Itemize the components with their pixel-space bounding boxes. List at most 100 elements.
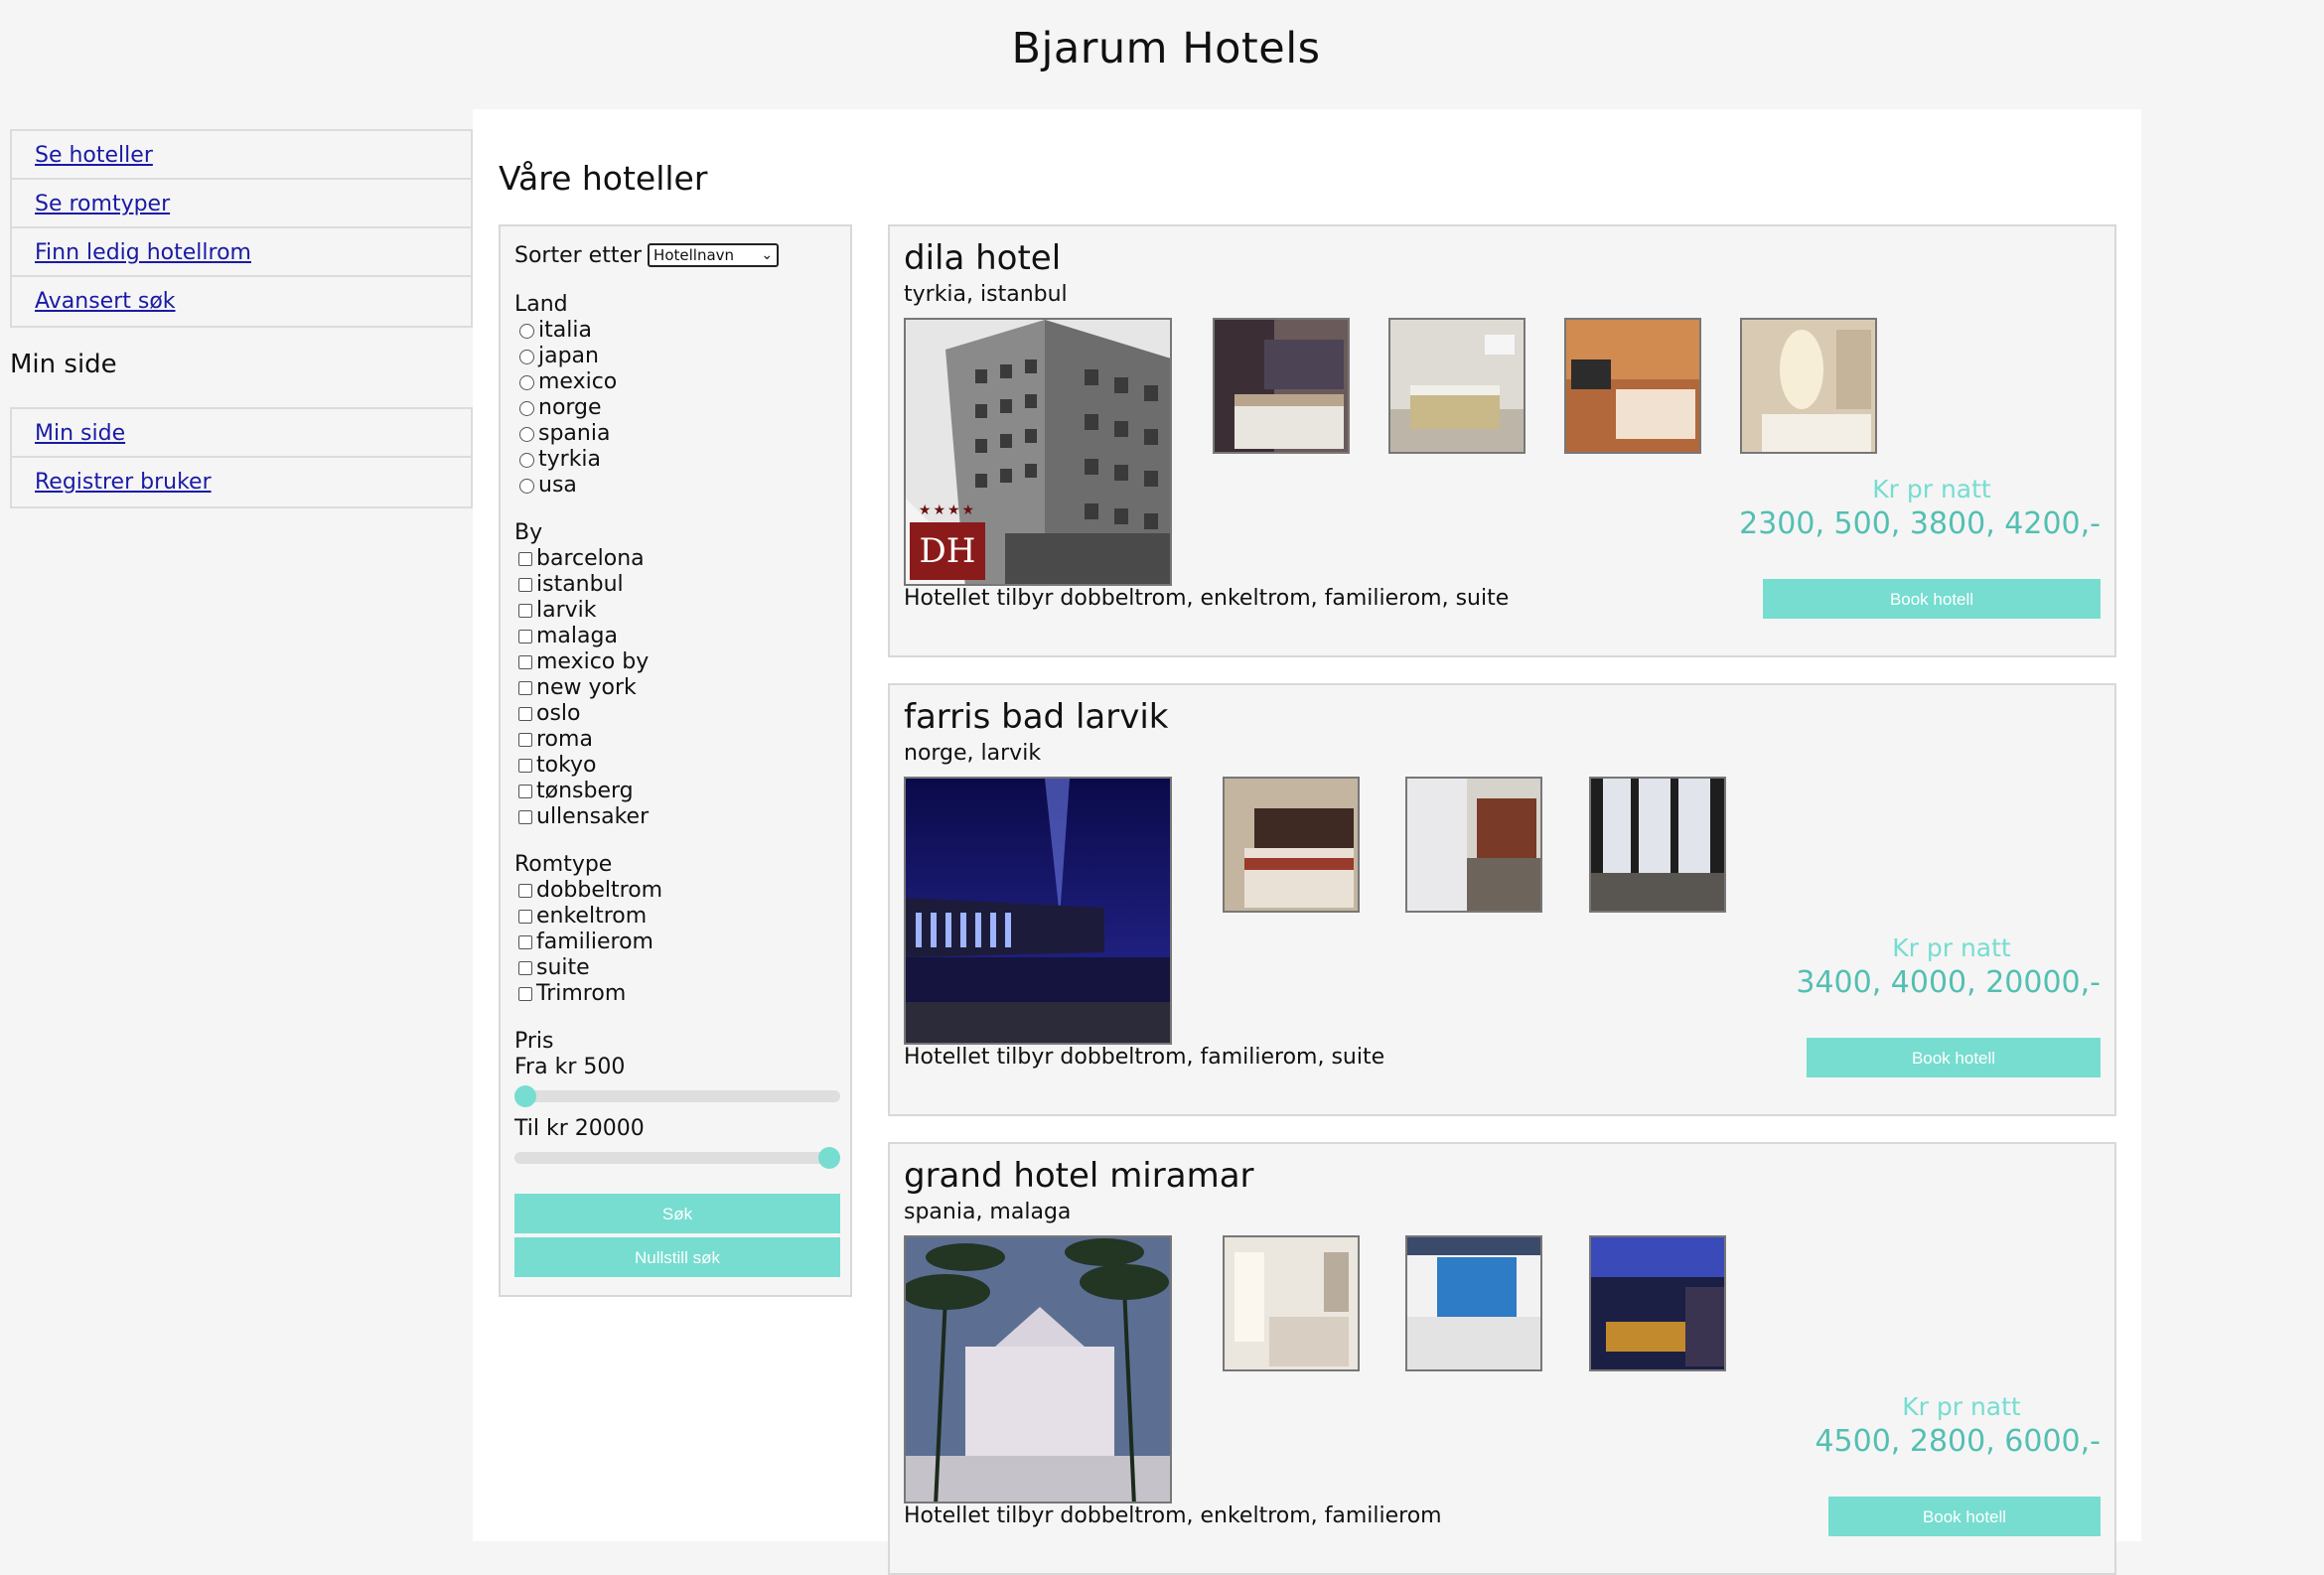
nav-link-se-hoteller[interactable]: Se hoteller — [12, 131, 471, 180]
reset-search-button[interactable]: Nullstill søk — [514, 1237, 840, 1277]
land-option[interactable]: mexico — [514, 369, 836, 395]
hotel-main-image[interactable] — [904, 1235, 1172, 1503]
room-image — [1225, 1237, 1358, 1369]
sort-select[interactable]: Hotellnavn ⌄ — [648, 243, 780, 267]
hotel-thumbnail[interactable] — [1589, 777, 1726, 913]
hotel-thumbnail[interactable] — [1740, 318, 1877, 454]
radio-button[interactable] — [519, 452, 534, 468]
hotel-thumbnail[interactable] — [1223, 1235, 1360, 1371]
price-values: 4500, 2800, 6000,- — [1815, 1424, 2101, 1459]
by-option[interactable]: larvik — [514, 598, 836, 624]
by-option[interactable]: roma — [514, 727, 836, 753]
hotel-main-image[interactable]: ★★★★ DH — [904, 318, 1172, 586]
room-image — [1742, 320, 1875, 452]
checkbox[interactable] — [518, 910, 532, 924]
nav-link-finn-ledig-hotellrom[interactable]: Finn ledig hotellrom — [12, 228, 471, 277]
price-values: 2300, 500, 3800, 4200,- — [1739, 506, 2101, 541]
book-hotel-button[interactable]: Book hotell — [1763, 579, 2101, 619]
radio-button[interactable] — [519, 400, 534, 416]
hotel-thumbnail[interactable] — [1589, 1235, 1726, 1371]
by-option-label: new york — [536, 675, 637, 700]
hotel-thumbnail[interactable] — [1388, 318, 1525, 454]
by-option[interactable]: istanbul — [514, 572, 836, 598]
price-filter-group: Pris Fra kr 500 Til kr 20000 — [514, 1029, 840, 1169]
room-image — [1591, 1237, 1724, 1369]
by-option[interactable]: mexico by — [514, 649, 836, 675]
checkbox[interactable] — [518, 884, 532, 898]
search-button[interactable]: Søk — [514, 1194, 840, 1233]
checkbox[interactable] — [518, 655, 532, 669]
checkbox[interactable] — [518, 810, 532, 824]
radio-button[interactable] — [519, 374, 534, 390]
romtype-option[interactable]: familierom — [514, 930, 836, 955]
hotel-thumbnail[interactable] — [1405, 1235, 1542, 1371]
nav-link-registrer-bruker[interactable]: Registrer bruker — [12, 458, 471, 506]
by-option[interactable]: ullensaker — [514, 804, 836, 830]
radio-button[interactable] — [519, 349, 534, 364]
land-option-label: italia — [538, 318, 592, 343]
land-option[interactable]: usa — [514, 473, 836, 499]
land-option-label: usa — [538, 473, 577, 498]
by-option[interactable]: new york — [514, 675, 836, 701]
by-option-label: larvik — [536, 598, 597, 623]
nav-link-min-side[interactable]: Min side — [12, 409, 471, 458]
book-hotel-button[interactable]: Book hotell — [1828, 1497, 2101, 1536]
romtype-options: dobbeltrom enkeltrom familierom suite Trimro… — [514, 878, 836, 1007]
user-nav-heading: Min side — [10, 350, 117, 379]
checkbox[interactable] — [518, 961, 532, 975]
radio-button[interactable] — [519, 478, 534, 494]
room-image — [1407, 1237, 1540, 1369]
land-option[interactable]: italia — [514, 318, 836, 344]
by-option[interactable]: tønsberg — [514, 779, 836, 804]
hotel-thumbnail[interactable] — [1213, 318, 1350, 454]
hotel-thumbnail[interactable] — [1564, 318, 1701, 454]
price-from-slider[interactable] — [514, 1085, 840, 1107]
radio-button[interactable] — [519, 426, 534, 442]
slider-handle[interactable] — [514, 1085, 536, 1107]
checkbox[interactable] — [518, 733, 532, 747]
romtype-option[interactable]: dobbeltrom — [514, 878, 836, 904]
hotel-location: norge, larvik — [904, 741, 1042, 766]
romtype-option[interactable]: enkeltrom — [514, 904, 836, 930]
romtype-filter-title: Romtype — [514, 852, 613, 877]
checkbox[interactable] — [518, 604, 532, 618]
price-to-slider[interactable] — [514, 1147, 840, 1169]
land-option[interactable]: spania — [514, 421, 836, 447]
romtype-option[interactable]: suite — [514, 955, 836, 981]
land-filter-title: Land — [514, 292, 568, 317]
hotel-card: dila hotel tyrkia, istanbul ★★★★ DH Kr p… — [888, 224, 2116, 657]
slider-handle[interactable] — [818, 1147, 840, 1169]
hotel-thumbnail[interactable] — [1223, 777, 1360, 913]
land-option[interactable]: tyrkia — [514, 447, 836, 473]
romtype-option-label: enkeltrom — [536, 904, 648, 929]
romtype-option[interactable]: Trimrom — [514, 981, 836, 1007]
nav-link-se-romtyper[interactable]: Se romtyper — [12, 180, 471, 228]
land-options: italia japan mexico norge spania tyrkia usa — [514, 318, 836, 499]
checkbox[interactable] — [518, 759, 532, 773]
checkbox[interactable] — [518, 552, 532, 566]
checkbox[interactable] — [518, 987, 532, 1001]
main-nav: Se hoteller Se romtyper Finn ledig hotel… — [10, 129, 473, 328]
by-options: barcelona istanbul larvik malaga mexico by ne… — [514, 546, 836, 830]
hotel-room-description: Hotellet tilbyr dobbeltrom, enkeltrom, f… — [904, 586, 1510, 611]
by-option[interactable]: barcelona — [514, 546, 836, 572]
hotel-thumbnail[interactable] — [1405, 777, 1542, 913]
hotel-main-image[interactable] — [904, 777, 1172, 1045]
checkbox[interactable] — [518, 578, 532, 592]
sort-select-value: Hotellnavn — [654, 246, 735, 264]
checkbox[interactable] — [518, 630, 532, 644]
radio-button[interactable] — [519, 323, 534, 339]
room-image — [1390, 320, 1524, 452]
checkbox[interactable] — [518, 707, 532, 721]
by-option[interactable]: malaga — [514, 624, 836, 649]
hotel-building-image — [906, 779, 1170, 1043]
by-option[interactable]: tokyo — [514, 753, 836, 779]
checkbox[interactable] — [518, 681, 532, 695]
land-option[interactable]: norge — [514, 395, 836, 421]
book-hotel-button[interactable]: Book hotell — [1807, 1038, 2101, 1077]
checkbox[interactable] — [518, 785, 532, 798]
nav-link-avansert-sok[interactable]: Avansert søk — [12, 277, 471, 326]
by-option[interactable]: oslo — [514, 701, 836, 727]
checkbox[interactable] — [518, 935, 532, 949]
land-option[interactable]: japan — [514, 344, 836, 369]
